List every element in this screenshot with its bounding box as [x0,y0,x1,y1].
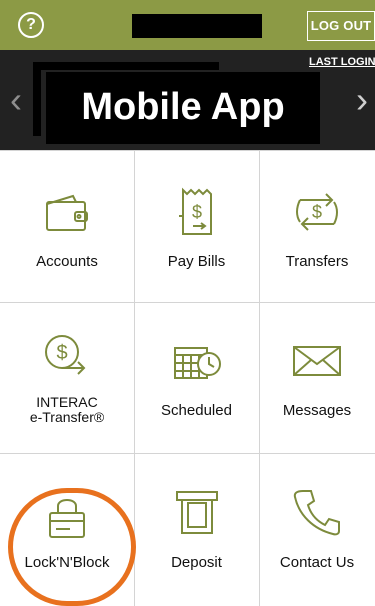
interac-transfer-icon: $ [45,335,86,375]
top-bar: ? LOG OUT [0,0,375,50]
last-login-link[interactable]: LAST LOGIN [309,56,375,68]
help-icon[interactable]: ? [18,12,44,38]
menu-item-pay-bills[interactable]: $ Pay Bills [134,150,259,302]
svg-text:$: $ [56,342,67,364]
lock-card-icon [49,499,85,538]
envelope-icon [293,346,341,376]
menu-item-scheduled[interactable]: Scheduled [134,302,259,454]
menu-item-messages[interactable]: Messages [259,302,375,454]
redacted-bar [132,14,262,38]
menu-item-label: Scheduled [161,402,232,419]
menu-item-lock-n-block[interactable]: Lock'N'Block [0,453,134,605]
interac-label-line2: e-Transfer® [29,409,105,425]
atm-deposit-icon [175,491,218,534]
logout-button[interactable]: LOG OUT [307,11,375,41]
transfer-icon: $ [296,193,338,231]
menu-item-accounts[interactable]: Accounts [0,150,134,302]
menu-item-label: Contact Us [279,554,355,571]
chevron-right-icon[interactable]: › [356,82,368,118]
menu-item-label: Transfers [285,253,349,270]
menu-item-transfers[interactable]: $ Transfers [259,150,375,302]
svg-text:$: $ [312,202,322,222]
menu-item-label: Lock'N'Block [24,554,110,571]
menu-item-interac[interactable]: $ INTERAC e-Transfer® [0,302,134,454]
menu-item-contact-us[interactable]: Contact Us [259,453,375,605]
chevron-left-icon[interactable]: ‹ [10,82,22,118]
menu-item-label: Messages [282,402,352,419]
menu-item-label: INTERAC e-Transfer® [0,395,134,425]
menu-item-deposit[interactable]: Deposit [134,453,259,605]
interac-label-line1: INTERAC [36,394,98,410]
phone-icon [293,490,340,536]
menu-item-label: Accounts [36,253,98,270]
bill-icon: $ [178,187,212,235]
svg-text:$: $ [191,202,201,222]
wallet-icon [46,194,88,231]
menu-item-label: Deposit [171,554,222,571]
menu-item-label: Pay Bills [167,253,226,270]
calendar-clock-icon [173,347,221,379]
promo-banner: ‹ Mobile App › LAST LOGIN [0,50,375,150]
banner-title: Mobile App [46,72,320,144]
